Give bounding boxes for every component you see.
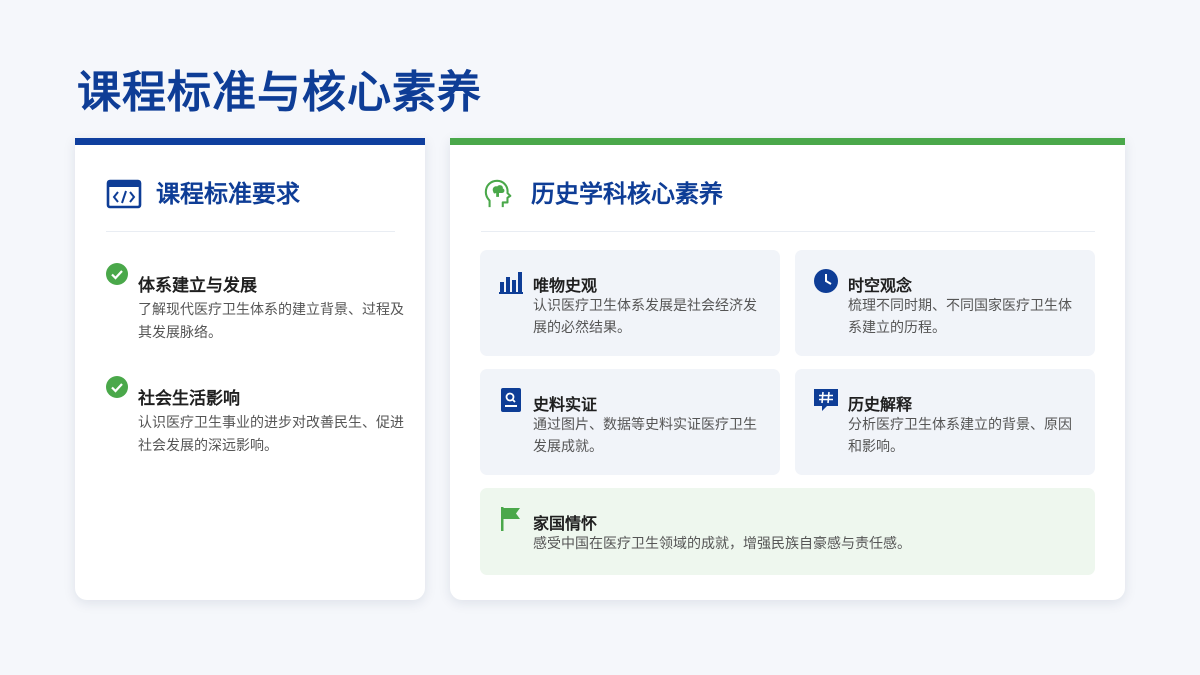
literacy-tile: 史料实证 通过图片、数据等史料实证医疗卫生发展成就。 — [480, 369, 780, 475]
page-title: 课程标准与核心素养 — [77, 67, 482, 118]
card-title: 历史学科核心素养 — [531, 179, 723, 208]
literacy-tile: 时空观念 梳理不同时期、不同国家医疗卫生体系建立的历程。 — [795, 250, 1095, 356]
core-literacy-card: 历史学科核心素养 唯物史观 认识医疗卫生体系发展是社会经济发展的必然结果。 时空… — [450, 138, 1125, 600]
tile-title: 史料实证 — [533, 395, 598, 414]
head-brain-icon — [484, 179, 512, 208]
tile-description: 认识医疗卫生体系发展是社会经济发展的必然结果。 — [533, 298, 757, 336]
item-title: 体系建立与发展 — [138, 276, 257, 296]
tile-title: 唯物史观 — [533, 276, 598, 295]
item-title: 社会生活影响 — [138, 389, 240, 409]
card-title: 课程标准要求 — [156, 179, 300, 208]
code-window-icon — [106, 179, 142, 209]
hashtag-comment-icon — [814, 389, 838, 411]
item-description: 认识医疗卫生事业的进步对改善民生、促进社会发展的深远影响。 — [138, 415, 404, 454]
literacy-tile: 唯物史观 认识医疗卫生体系发展是社会经济发展的必然结果。 — [480, 250, 780, 356]
course-standards-card: 课程标准要求 体系建立与发展 了解现代医疗卫生体系的建立背景、过程及其发展脉络。… — [75, 138, 425, 600]
literacy-tile: 历史解释 分析医疗卫生体系建立的背景、原因和影响。 — [795, 369, 1095, 475]
check-circle-icon — [106, 376, 128, 398]
tile-description: 感受中国在医疗卫生领域的成就，增强民族自豪感与责任感。 — [533, 536, 911, 552]
check-circle-icon — [106, 263, 128, 285]
tile-description: 梳理不同时期、不同国家医疗卫生体系建立的历程。 — [848, 298, 1072, 336]
clock-icon — [814, 269, 838, 293]
bar-chart-icon — [499, 272, 523, 294]
tile-title: 家国情怀 — [533, 514, 598, 533]
card-header: 历史学科核心素养 — [481, 178, 1095, 232]
tile-title: 时空观念 — [848, 276, 913, 295]
item-description: 了解现代医疗卫生体系的建立背景、过程及其发展脉络。 — [138, 302, 404, 341]
flag-icon — [501, 507, 520, 531]
tile-title: 历史解释 — [848, 395, 913, 414]
card-header: 课程标准要求 — [106, 178, 395, 232]
document-search-icon — [501, 388, 521, 412]
tile-description: 通过图片、数据等史料实证医疗卫生发展成就。 — [533, 417, 757, 455]
literacy-tile: 家国情怀 感受中国在医疗卫生领域的成就，增强民族自豪感与责任感。 — [480, 488, 1095, 575]
tile-description: 分析医疗卫生体系建立的背景、原因和影响。 — [848, 417, 1072, 455]
